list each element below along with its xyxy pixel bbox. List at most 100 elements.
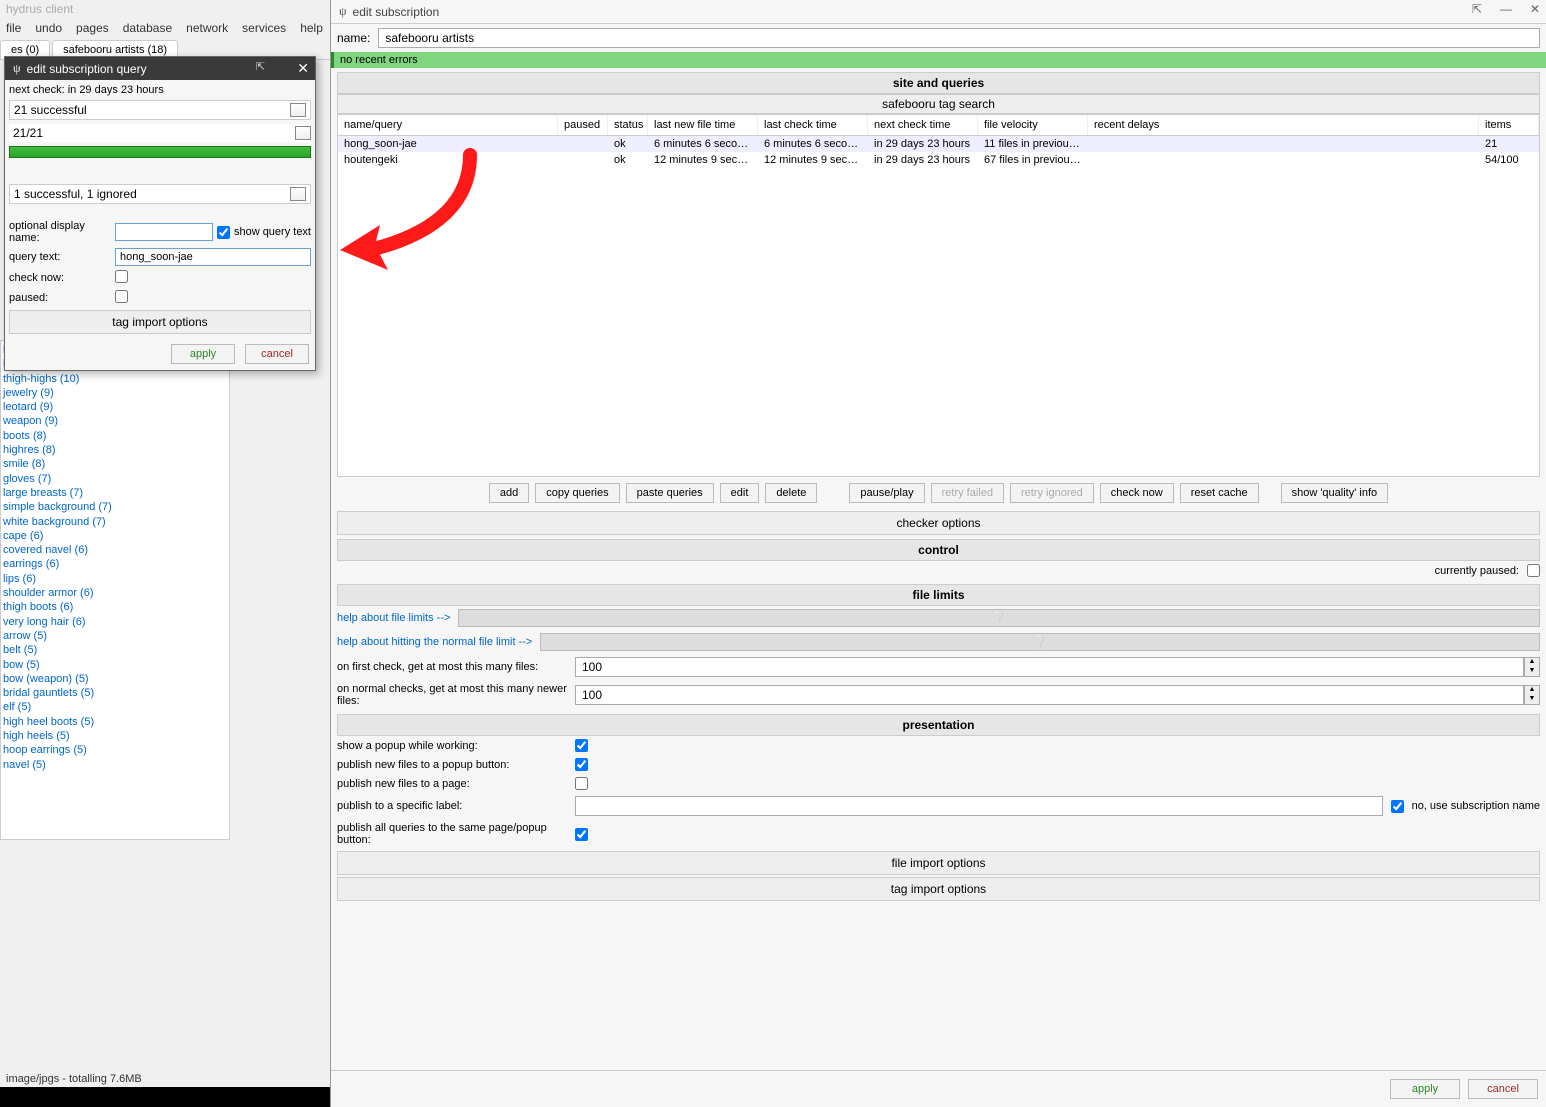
minimize-icon[interactable]: —	[1500, 2, 1512, 16]
col-items[interactable]: items	[1479, 115, 1539, 135]
help-icon: ❔	[1033, 635, 1048, 649]
tag-link[interactable]: white background (7)	[3, 515, 227, 529]
first-spinner[interactable]: ▲▼	[1524, 657, 1540, 677]
close-icon[interactable]: ✕	[1530, 2, 1540, 16]
tag-link[interactable]: earrings (6)	[3, 557, 227, 571]
sub-cancel-button[interactable]: cancel	[1468, 1079, 1538, 1099]
col-lastnew[interactable]: last new file time	[648, 115, 758, 135]
pubpage-checkbox[interactable]	[575, 777, 588, 790]
tag-link[interactable]: hoop earrings (5)	[3, 743, 227, 757]
tag-link[interactable]: bridal gauntlets (5)	[3, 686, 227, 700]
col-name[interactable]: name/query	[338, 115, 558, 135]
delete-button[interactable]: delete	[765, 483, 817, 503]
tag-link[interactable]: high heel boots (5)	[3, 715, 227, 729]
query-table: name/query paused status last new file t…	[337, 114, 1540, 477]
close-icon[interactable]: ✕	[297, 60, 309, 77]
tag-link[interactable]: belt (5)	[3, 643, 227, 657]
tag-link[interactable]: boots (8)	[3, 429, 227, 443]
query-text-input[interactable]	[115, 248, 311, 266]
query-cancel-button[interactable]: cancel	[245, 344, 309, 364]
tag-link[interactable]: very long hair (6)	[3, 615, 227, 629]
tag-link[interactable]: bow (5)	[3, 658, 227, 672]
tag-link[interactable]: high heels (5)	[3, 729, 227, 743]
table-row[interactable]: houtengekiok12 minutes 9 second...12 min…	[338, 152, 1539, 168]
quality-info-button[interactable]: show 'quality' info	[1281, 483, 1389, 503]
col-delays[interactable]: recent delays	[1088, 115, 1479, 135]
retry-failed-button[interactable]: retry failed	[931, 483, 1004, 503]
query-apply-button[interactable]: apply	[171, 344, 235, 364]
tag-link[interactable]: thigh boots (6)	[3, 600, 227, 614]
col-velocity[interactable]: file velocity	[978, 115, 1088, 135]
col-lastcheck[interactable]: last check time	[758, 115, 868, 135]
edit-button[interactable]: edit	[720, 483, 760, 503]
calendar-icon[interactable]	[290, 187, 306, 201]
sub-apply-button[interactable]: apply	[1390, 1079, 1460, 1099]
tag-link[interactable]: covered navel (6)	[3, 543, 227, 557]
tag-link[interactable]: navel (5)	[3, 758, 227, 772]
cell-paused	[558, 152, 608, 168]
normal-spinner[interactable]: ▲▼	[1524, 685, 1540, 705]
tag-link[interactable]: highres (8)	[3, 443, 227, 457]
pin-icon[interactable]: ⇱	[1472, 2, 1482, 16]
help-file-limits-link[interactable]: help about file limits -->	[337, 612, 450, 624]
tag-link[interactable]: shoulder armor (6)	[3, 586, 227, 600]
copy-queries-button[interactable]: copy queries	[535, 483, 619, 503]
pause-play-button[interactable]: pause/play	[849, 483, 924, 503]
tag-import-options-button[interactable]: tag import options	[337, 877, 1540, 901]
menu-services[interactable]: services	[242, 21, 286, 35]
col-nextcheck[interactable]: next check time	[868, 115, 978, 135]
normal-check-input[interactable]	[575, 685, 1524, 705]
tag-link[interactable]: thigh-highs (10)	[3, 372, 227, 386]
help-normal-limit-link[interactable]: help about hitting the normal file limit…	[337, 636, 532, 648]
retry-ignored-button[interactable]: retry ignored	[1010, 483, 1094, 503]
pubpopup-label: publish new files to a popup button:	[337, 759, 567, 771]
tag-link[interactable]: jewelry (9)	[3, 386, 227, 400]
tag-link[interactable]: weapon (9)	[3, 414, 227, 428]
check-now-checkbox[interactable]	[115, 270, 128, 283]
tag-link[interactable]: arrow (5)	[3, 629, 227, 643]
menu-database[interactable]: database	[123, 21, 172, 35]
display-name-input[interactable]	[115, 223, 213, 241]
paused-checkbox[interactable]	[115, 290, 128, 303]
tag-link[interactable]: cape (6)	[3, 529, 227, 543]
calendar-icon[interactable]	[290, 103, 306, 117]
tag-link[interactable]: elf (5)	[3, 700, 227, 714]
query-tag-import-button[interactable]: tag import options	[9, 310, 311, 334]
popup-checkbox[interactable]	[575, 739, 588, 752]
reset-cache-button[interactable]: reset cache	[1180, 483, 1259, 503]
tag-link[interactable]: gloves (7)	[3, 472, 227, 486]
menu-undo[interactable]: undo	[35, 21, 62, 35]
cell-last_check: 6 minutes 6 seconds ...	[758, 136, 868, 152]
checker-options-button[interactable]: checker options	[337, 511, 1540, 535]
show-query-checkbox[interactable]	[217, 226, 230, 239]
add-button[interactable]: add	[489, 483, 529, 503]
search-name: safebooru tag search	[337, 94, 1540, 114]
tag-link[interactable]: simple background (7)	[3, 500, 227, 514]
currently-paused-checkbox[interactable]	[1527, 564, 1540, 577]
name-input[interactable]	[378, 28, 1540, 48]
tag-link[interactable]: bow (weapon) (5)	[3, 672, 227, 686]
menu-file[interactable]: file	[6, 21, 21, 35]
use-subname-checkbox[interactable]	[1391, 800, 1404, 813]
file-import-options-button[interactable]: file import options	[337, 851, 1540, 875]
menu-help[interactable]: help	[300, 21, 323, 35]
menu-pages[interactable]: pages	[76, 21, 109, 35]
tag-link[interactable]: smile (8)	[3, 457, 227, 471]
query-dialog-titlebar[interactable]: ψ edit subscription query ⇱ ✕	[5, 57, 315, 80]
puball-checkbox[interactable]	[575, 828, 588, 841]
tag-link[interactable]: large breasts (7)	[3, 486, 227, 500]
speclabel-input[interactable]	[575, 796, 1383, 816]
paste-queries-button[interactable]: paste queries	[626, 483, 714, 503]
col-paused[interactable]: paused	[558, 115, 608, 135]
table-row[interactable]: hong_soon-jaeok6 minutes 6 seconds ...6 …	[338, 136, 1539, 152]
first-check-input[interactable]	[575, 657, 1524, 677]
menu-network[interactable]: network	[186, 21, 228, 35]
cell-status: ok	[608, 136, 648, 152]
tag-link[interactable]: leotard (9)	[3, 400, 227, 414]
pin-icon[interactable]: ⇱	[256, 60, 265, 73]
calendar-icon[interactable]	[295, 126, 311, 140]
check-now-button[interactable]: check now	[1100, 483, 1174, 503]
col-status[interactable]: status	[608, 115, 648, 135]
tag-link[interactable]: lips (6)	[3, 572, 227, 586]
pubpopup-checkbox[interactable]	[575, 758, 588, 771]
